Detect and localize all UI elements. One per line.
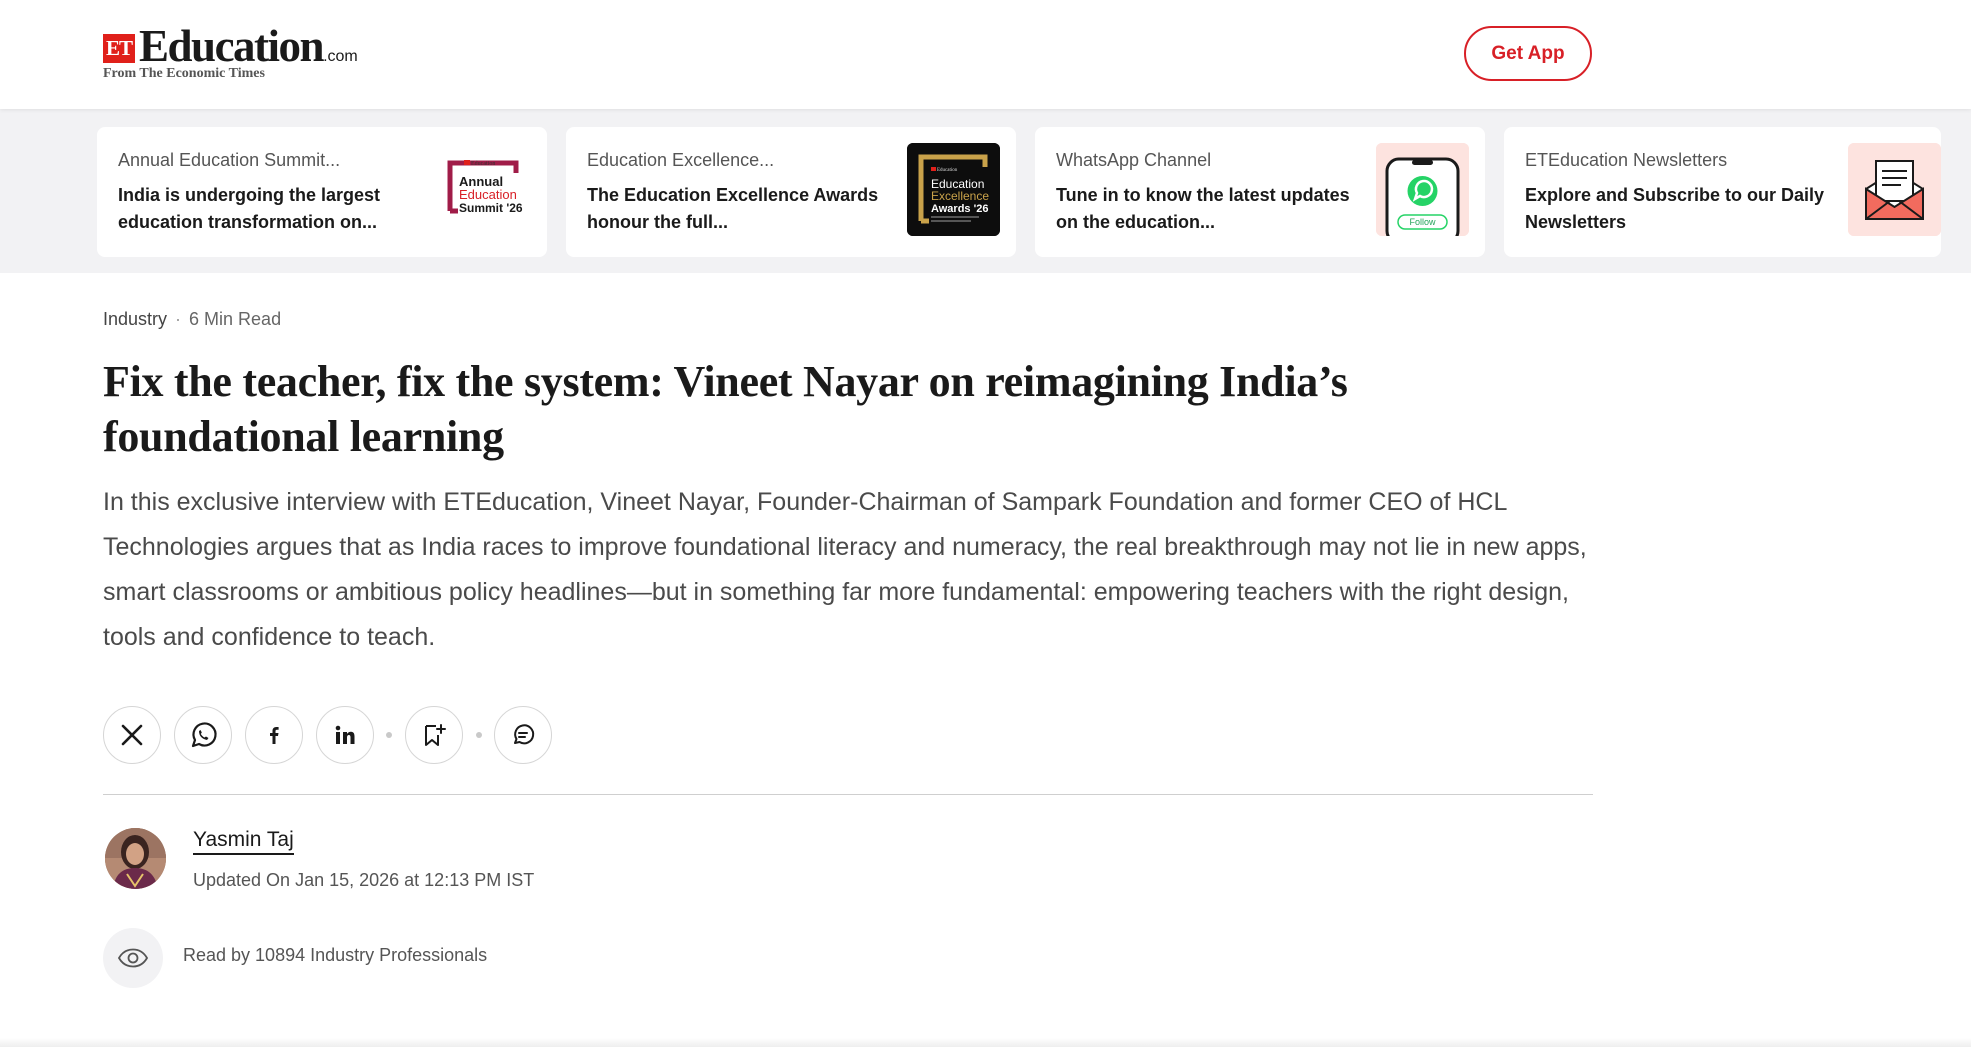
share-separator [476, 732, 482, 738]
article-summary: In this exclusive interview with ETEduca… [103, 488, 1587, 651]
whatsapp-phone-icon: Follow [1376, 143, 1469, 236]
bookmark-button[interactable] [405, 706, 463, 764]
promo-card-newsletters[interactable]: ETEducation Newsletters Explore and Subs… [1504, 127, 1941, 257]
awards-badge-icon: Education Education Excellence Awards '2… [907, 143, 1000, 236]
awards-badge-line-3: Awards '26 [931, 203, 988, 215]
promo-text: Tune in to know the latest updates on th… [1056, 185, 1350, 232]
share-x-button[interactable] [103, 706, 161, 764]
awards-badge-line-2: Excellence [931, 189, 989, 203]
x-icon [121, 724, 143, 746]
linkedin-icon [335, 725, 355, 744]
logo-wordmark: Education.com [139, 21, 358, 71]
promo-kicker: ETEducation Newsletters [1525, 150, 1728, 170]
category-link[interactable]: Industry [103, 309, 167, 329]
meta-separator: · [175, 309, 182, 329]
article-title: Fix the teacher, fix the system: Vineet … [103, 357, 1348, 461]
author-avatar[interactable] [105, 828, 166, 889]
share-separator [386, 732, 392, 738]
promo-text: Explore and Subscribe to our Daily Newsl… [1525, 185, 1825, 232]
logo-tagline: From The Economic Times [103, 66, 265, 81]
get-app-button[interactable]: Get App [1464, 26, 1592, 81]
page-bottom-edge [0, 1038, 1971, 1047]
readership-badge [103, 928, 163, 988]
bookmark-add-icon [425, 724, 446, 746]
summit-badge-icon: Education Annual Education Summit '26 [438, 143, 531, 236]
divider [103, 794, 1593, 795]
share-whatsapp-button[interactable] [174, 706, 232, 764]
read-time: 6 Min Read [189, 309, 282, 329]
eye-icon [117, 948, 149, 968]
promo-text: India is undergoing the largest educatio… [118, 185, 381, 232]
site-header: ET Education.com From The Economic Times… [0, 0, 1971, 109]
promo-text: The Education Excellence Awards honour t… [587, 185, 879, 232]
share-facebook-button[interactable] [245, 706, 303, 764]
updated-timestamp: Updated On Jan 15, 2026 at 12:13 PM IST [193, 870, 535, 890]
promo-kicker: Annual Education Summit... [118, 150, 341, 170]
comment-button[interactable] [494, 706, 552, 764]
logo-et-mark: ET [103, 34, 136, 63]
summit-badge-line-2: Education [459, 187, 517, 202]
readership-count: Read by 10894 Industry Professionals [183, 945, 488, 965]
comment-icon [514, 724, 535, 745]
author-name-link[interactable]: Yasmin Taj [193, 828, 294, 855]
share-linkedin-button[interactable] [316, 706, 374, 764]
svg-text:Education: Education [471, 161, 495, 167]
promo-kicker: Education Excellence... [587, 150, 775, 170]
promo-kicker: WhatsApp Channel [1056, 150, 1212, 170]
summit-badge-line-3: Summit '26 [459, 201, 523, 215]
promo-card-summit[interactable]: Annual Education Summit... India is unde… [97, 127, 547, 257]
envelope-icon [1848, 143, 1941, 236]
article-meta: Industry · 6 Min Read [103, 309, 281, 330]
svg-text:Education: Education [937, 168, 958, 173]
whatsapp-icon [191, 722, 217, 748]
promo-strip: Annual Education Summit... India is unde… [0, 109, 1971, 273]
facebook-icon [270, 727, 279, 744]
whatsapp-follow-label: Follow [1409, 217, 1436, 227]
promo-card-whatsapp[interactable]: WhatsApp Channel Tune in to know the lat… [1035, 127, 1485, 257]
promo-card-awards[interactable]: Education Excellence... The Education Ex… [566, 127, 1016, 257]
